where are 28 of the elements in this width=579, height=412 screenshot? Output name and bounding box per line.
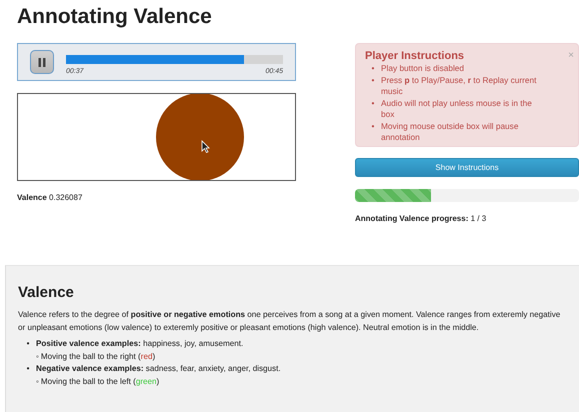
list-bullet: •: [370, 98, 376, 110]
list-bullet: •: [370, 63, 376, 74]
close-button[interactable]: ×: [568, 51, 574, 61]
cursor-icon: [201, 140, 210, 153]
valence-reading: Valence 0.326087: [17, 192, 84, 204]
alert-title: Player Instructions: [365, 50, 466, 63]
annotation-box[interactable]: [17, 93, 296, 181]
example-item: Positive valence examples: happiness, joy, amusement.: [36, 338, 244, 350]
example-note: Moving the ball to the right (red): [40, 352, 156, 360]
list-bullet: •: [26, 338, 30, 350]
instruction-item: Play button is disabled: [381, 63, 464, 74]
page-title: Annotating Valence: [17, 4, 213, 30]
section-title: Valence: [18, 284, 75, 302]
list-bullet: •: [370, 74, 376, 86]
example-item: Negative valence examples: sadness, fear, anxiety, anger, disgust.: [36, 363, 281, 375]
instruction-item: Audio will not play unless mouse is in the box: [381, 98, 533, 120]
progress-text: Annotating Valence progress: 1 / 3: [355, 213, 488, 225]
list-bullet: •: [26, 363, 30, 375]
instruction-item: Moving mouse outside box will pause annotation: [381, 120, 520, 144]
list-bullet: ◦: [36, 352, 39, 360]
example-note: Moving the ball to the left (green): [40, 376, 160, 386]
pause-button[interactable]: [30, 50, 54, 74]
list-bullet: •: [370, 120, 376, 132]
show-instructions-button[interactable]: Show Instructions: [355, 158, 579, 177]
description-paragraph: Valence refers to the degree of positive or negative emotions one perceives from a song at a given moment. Valence ranges from exteremly negative or unpleasant emotions (low valence) to exteremly positive or pleasant emotions (high valence). Neutral emotion is in the middle.: [18, 309, 562, 334]
list-bullet: ◦: [36, 376, 39, 386]
pause-icon: [38, 58, 46, 66]
instruction-item: Press p to Play/Pause, r to Replay current music: [381, 74, 538, 98]
